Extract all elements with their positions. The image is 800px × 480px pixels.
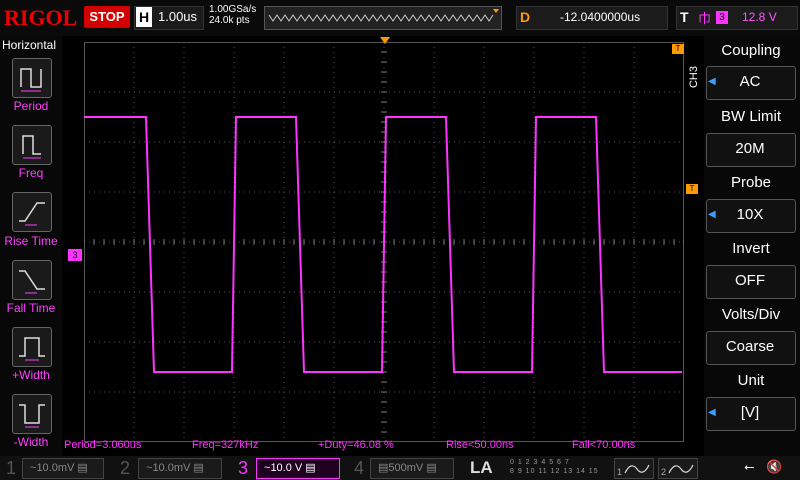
period-icon[interactable] (12, 58, 52, 98)
ch1-number[interactable]: 1 (6, 456, 16, 480)
ch3-number[interactable]: 3 (238, 456, 248, 480)
rising-edge-icon: ⼱ (698, 11, 712, 26)
probe-value: 10X (736, 206, 764, 223)
la-row-1: 0 1 2 3 4 5 6 7 (510, 459, 570, 466)
waveform-display[interactable] (83, 41, 685, 443)
pos-width-label: +Width (12, 368, 50, 382)
measurement-period: Period=3.060us (64, 439, 142, 451)
source1-wave-icon (624, 464, 650, 474)
measurement-rise: Rise<50.00ns (446, 439, 514, 451)
measurement-freq: Freq=327kHz (192, 439, 259, 451)
delay-label: D (520, 9, 531, 25)
ch1-scale-value: 10.0mV (36, 462, 75, 474)
fall-time-label: Fall Time (6, 301, 56, 315)
ch3-scale: ~10.0 V ▤ (264, 462, 316, 474)
trigger-level-marker[interactable]: T (686, 184, 698, 194)
period-label: Period (13, 99, 49, 113)
graticule (83, 41, 685, 443)
la-row-2: 8 9 10 11 12 13 14 15 (510, 468, 599, 475)
bw-limit-value: 20M (735, 140, 765, 157)
trigger-source: 3 (716, 11, 728, 24)
trigger-pos-tag: T (672, 44, 684, 54)
pos-width-icon[interactable] (12, 327, 52, 367)
unit-title: Unit (737, 372, 765, 389)
coupling-value: AC (739, 73, 761, 90)
bw-limit-title: BW Limit (721, 108, 781, 125)
trigger-box[interactable] (676, 6, 798, 30)
run-stop-indicator[interactable]: STOP (84, 6, 130, 28)
invert-value: OFF (735, 272, 765, 289)
speaker-muted-icon[interactable]: 🔇 (766, 459, 782, 475)
logic-analyzer-label[interactable]: LA (470, 458, 493, 478)
source2-box[interactable]: 2 (658, 458, 698, 479)
ch4-number[interactable]: 4 (354, 456, 364, 480)
invert-title: Invert (732, 240, 770, 257)
freq-icon[interactable] (12, 125, 52, 165)
trigger-label: T (680, 9, 689, 25)
ch1-scale: ~10.0mV ▤ (30, 462, 88, 474)
source2-wave-icon (668, 464, 694, 474)
rise-time-icon[interactable] (12, 192, 52, 232)
sample-rate: 1.00GSa/s (209, 4, 257, 15)
waveform-overview[interactable] (264, 6, 502, 30)
source1-box[interactable]: 1 (614, 458, 654, 479)
overview-trigger-marker (493, 9, 499, 13)
ch4-scale: ▤500mV ▤ (378, 462, 437, 474)
ch2-scale-value: 10.0mV (152, 462, 191, 474)
ch4-scale-value: 500mV (388, 462, 424, 474)
fall-time-icon[interactable] (12, 260, 52, 300)
neg-width-icon[interactable] (12, 394, 52, 434)
volts-div-value: Coarse (725, 338, 775, 355)
trigger-level: 12.8 V (742, 10, 777, 24)
ch2-scale: ~10.0mV ▤ (146, 462, 204, 474)
acquisition-info: 1.00GSa/s 24.0k pts (209, 4, 256, 26)
measurement-fall: Fall<70.00ns (572, 439, 636, 451)
logic-analyzer-channels: 0 1 2 3 4 5 6 7 8 9 10 11 12 13 14 15 (510, 458, 599, 476)
unit-value: [V] (740, 404, 760, 421)
overview-wave (268, 9, 499, 22)
usb-icon: ⭠ (744, 459, 755, 474)
ch3-ground-marker[interactable]: 3 (68, 249, 82, 261)
rise-time-label: Rise Time (4, 234, 58, 248)
neg-width-label: -Width (13, 435, 49, 449)
ch2-number[interactable]: 2 (120, 456, 130, 480)
volts-div-title: Volts/Div (721, 306, 781, 323)
probe-title: Probe (730, 174, 772, 191)
measurement-duty: +Duty=46.08 % (318, 439, 394, 451)
ch3-scale-value: 10.0 V (270, 462, 303, 474)
delay-value: -12.0400000us (560, 10, 641, 24)
freq-label: Freq (18, 166, 44, 180)
coupling-title: Coupling (721, 42, 781, 59)
time-per-div: 1.00us (158, 9, 198, 24)
memory-depth: 24.0k pts (209, 15, 250, 26)
measure-menu-title: Horizontal (2, 38, 57, 52)
horizontal-label: H (136, 7, 152, 27)
channel-menu-tag: CH3 (688, 66, 700, 89)
trigger-position-marker[interactable] (380, 37, 390, 44)
rigol-logo: RIGOL (4, 5, 78, 30)
